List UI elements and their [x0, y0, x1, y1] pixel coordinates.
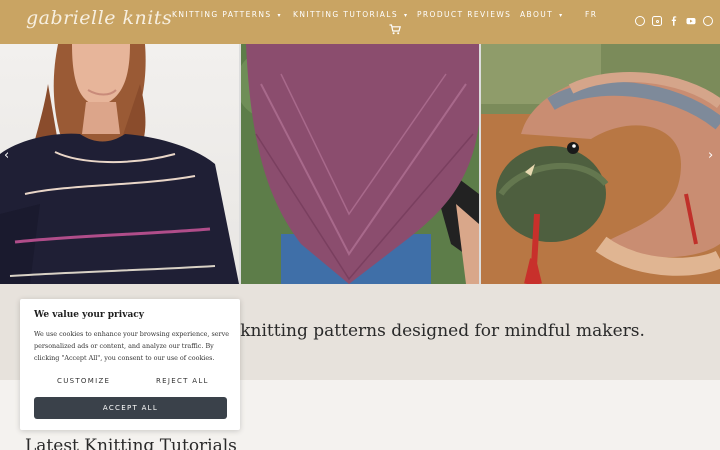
accept-all-button[interactable]: ACCEPT ALL: [34, 397, 227, 419]
facebook-icon[interactable]: [669, 16, 679, 26]
youtube-icon[interactable]: [686, 16, 696, 26]
chevron-down-icon: ▾: [404, 12, 409, 19]
chevron-down-icon: ▾: [559, 12, 564, 19]
site-header: gabrielle knits KNITTING PATTERNS ▾ KNITT…: [0, 0, 720, 44]
carousel-next-arrow-icon[interactable]: ›: [708, 148, 713, 163]
shawl-photo[interactable]: [241, 44, 479, 284]
snake-toy-photo[interactable]: [481, 44, 720, 284]
reject-all-button[interactable]: REJECT ALL: [156, 377, 209, 385]
section-heading: Latest Knitting Tutorials: [25, 436, 237, 450]
site-tagline: t knitting patterns designed for mindful…: [228, 321, 645, 341]
cookie-text: We use cookies to enhance your browsing …: [34, 330, 230, 362]
nav-product-reviews[interactable]: PRODUCT REVIEWS: [417, 10, 511, 19]
customize-button[interactable]: CUSTOMIZE: [57, 377, 110, 385]
ravelry-icon[interactable]: [635, 16, 645, 26]
page: gabrielle knits KNITTING PATTERNS ▾ KNITT…: [0, 0, 720, 450]
cookie-title: We value your privacy: [34, 310, 144, 320]
carousel-prev-arrow-icon[interactable]: ‹: [4, 148, 9, 163]
hero-carousel: ‹ ›: [0, 44, 720, 284]
chevron-down-icon: ▾: [277, 12, 282, 19]
nav-knitting-patterns[interactable]: KNITTING PATTERNS ▾: [172, 10, 282, 19]
sweater-photo[interactable]: [0, 44, 239, 284]
nav-about[interactable]: ABOUT ▾: [520, 10, 564, 19]
site-logo[interactable]: gabrielle knits: [26, 7, 172, 29]
nav-knitting-tutorials[interactable]: KNITTING TUTORIALS ▾: [293, 10, 408, 19]
nav-label: KNITTING PATTERNS: [172, 10, 272, 19]
cookie-consent-banner: We value your privacy We use cookies to …: [20, 299, 240, 430]
pinterest-icon[interactable]: [703, 16, 713, 26]
instagram-icon[interactable]: [652, 16, 662, 26]
nav-language-fr[interactable]: FR: [585, 10, 597, 19]
nav-label: KNITTING TUTORIALS: [293, 10, 399, 19]
nav-label: PRODUCT REVIEWS: [417, 10, 512, 19]
nav-label: FR: [585, 10, 598, 19]
shopping-cart-icon[interactable]: [389, 24, 401, 35]
nav-label: ABOUT: [520, 10, 554, 19]
